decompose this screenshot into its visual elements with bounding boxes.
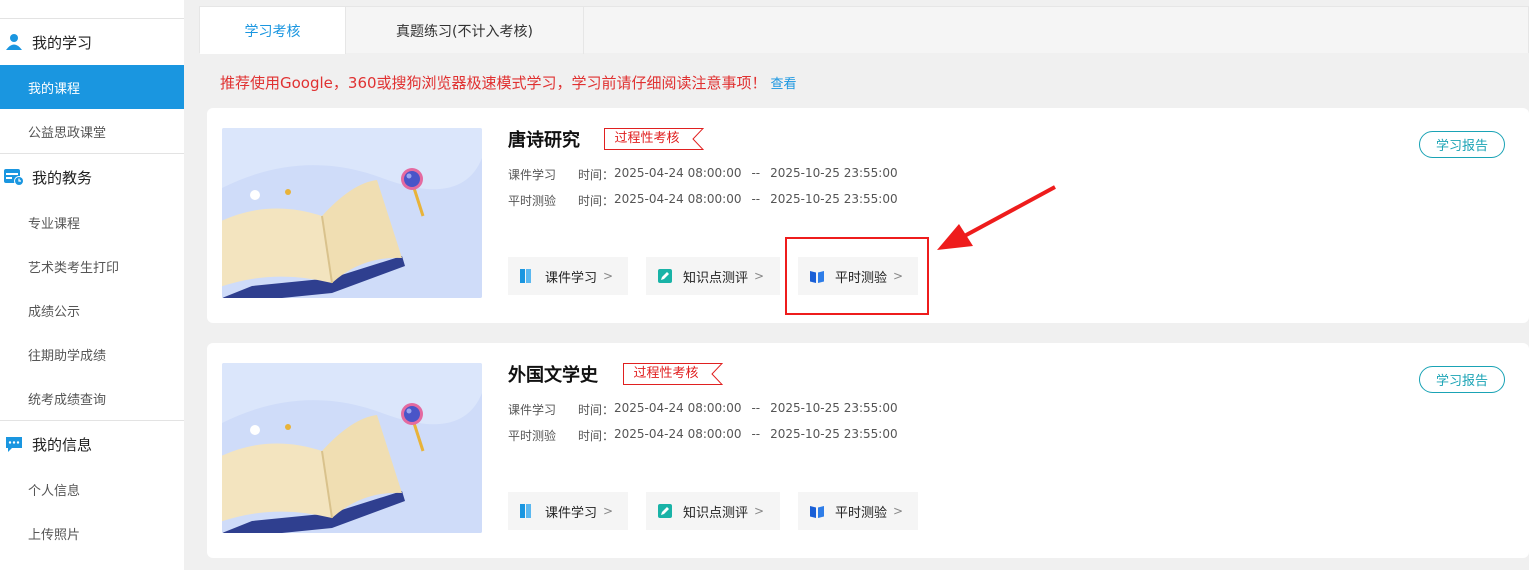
sidebar-group-label: 我的学习 [32, 33, 93, 52]
sidebar-item-major-courses[interactable]: 专业课程 [0, 200, 184, 244]
time-row-label: 平时测验 [508, 194, 557, 208]
browser-notice: 推荐使用Google，360或搜狗浏览器极速模式学习，学习前请仔细阅读注意事项！… [220, 72, 797, 93]
knowledge-assessment-button[interactable]: 知识点测评 > [646, 257, 780, 295]
course-title: 外国文学史 [508, 365, 598, 386]
chevron-right-icon: > [754, 269, 765, 283]
sidebar-group-label: 我的教务 [32, 168, 93, 187]
time-start: 2025-04-24 08:00:00 [614, 166, 742, 180]
tag-label: 过程性考核 [614, 131, 680, 146]
sidebar-item-art-print[interactable]: 艺术类考生打印 [0, 244, 184, 288]
time-row: 课件学习 时间： 2025-04-24 08:00:00 -- 2025-10-… [508, 401, 898, 418]
open-book-icon [810, 504, 824, 518]
chevron-right-icon: > [893, 504, 904, 518]
time-row-label: 课件学习 [508, 403, 557, 417]
action-label: 平时测验 [835, 505, 888, 521]
annotation-arrow-icon [937, 185, 1056, 250]
course-thumbnail [222, 363, 482, 533]
time-row-label: 课件学习 [508, 168, 557, 182]
time-end: 2025-10-25 23:55:00 [770, 166, 898, 180]
course-thumbnail [222, 128, 482, 298]
time-row: 课件学习 时间： 2025-04-24 08:00:00 -- 2025-10-… [508, 166, 898, 183]
time-prefix: 时间： [578, 194, 615, 208]
time-prefix: 时间： [578, 403, 615, 417]
tab-study-assessment[interactable]: 学习考核 [200, 7, 346, 54]
tag-label: 过程性考核 [633, 366, 699, 381]
action-label: 课件学习 [545, 505, 598, 521]
book-icon [520, 269, 534, 283]
course-card: 外国文学史 过程性考核 课件学习 时间： 2025-04-24 08:00:00… [207, 343, 1529, 558]
sidebar-group-my-study[interactable]: 我的学习 [0, 19, 184, 65]
time-prefix: 时间： [578, 168, 615, 182]
time-separator: -- [751, 192, 761, 206]
tab-past-exam-practice[interactable]: 真题练习(不计入考核) [346, 7, 584, 54]
sidebar-group-my-info[interactable]: 我的信息 [0, 421, 184, 467]
highlight-box [785, 237, 929, 315]
book-icon [520, 504, 534, 518]
sidebar-item-public-class[interactable]: 公益思政课堂 [0, 109, 184, 153]
action-label: 知识点测评 [683, 270, 749, 286]
process-assessment-tag: 过程性考核 [604, 128, 704, 150]
courseware-study-button[interactable]: 课件学习 > [508, 492, 628, 530]
calendar-clock-icon [4, 167, 24, 187]
knowledge-assessment-button[interactable]: 知识点测评 > [646, 492, 780, 530]
time-row: 平时测验 时间： 2025-04-24 08:00:00 -- 2025-10-… [508, 192, 898, 209]
time-prefix: 时间： [578, 429, 615, 443]
edit-icon [658, 504, 672, 518]
chevron-right-icon: > [754, 504, 765, 518]
study-report-button[interactable]: 学习报告 [1419, 131, 1505, 158]
time-row: 平时测验 时间： 2025-04-24 08:00:00 -- 2025-10-… [508, 427, 898, 444]
sidebar-item-upload-photo[interactable]: 上传照片 [0, 511, 184, 555]
action-label: 知识点测评 [683, 505, 749, 521]
sidebar-item-personal-info[interactable]: 个人信息 [0, 467, 184, 511]
courseware-study-button[interactable]: 课件学习 > [508, 257, 628, 295]
time-separator: -- [751, 401, 761, 415]
process-assessment-tag: 过程性考核 [623, 363, 723, 385]
edit-icon [658, 269, 672, 283]
sidebar-item-exam-scores[interactable]: 统考成绩查询 [0, 376, 184, 420]
sidebar-group-academic[interactable]: 我的教务 [0, 154, 184, 200]
sidebar-item-score-publicity[interactable]: 成绩公示 [0, 288, 184, 332]
regular-quiz-button[interactable]: 平时测验 > [798, 492, 918, 530]
notice-text: 推荐使用Google，360或搜狗浏览器极速模式学习，学习前请仔细阅读注意事项！ [220, 74, 767, 92]
sidebar-item-my-courses[interactable]: 我的课程 [0, 65, 184, 109]
notice-view-link[interactable]: 查看 [771, 77, 797, 92]
sidebar: 我的学习 我的课程 公益思政课堂 我的教务 专业课程 艺术类考生打印 成绩公示 … [0, 0, 184, 570]
time-end: 2025-10-25 23:55:00 [770, 427, 898, 441]
user-icon [4, 32, 24, 52]
time-separator: -- [751, 427, 761, 441]
sidebar-item-past-scores[interactable]: 往期助学成绩 [0, 332, 184, 376]
chat-icon [4, 434, 24, 454]
time-start: 2025-04-24 08:00:00 [614, 192, 742, 206]
time-start: 2025-04-24 08:00:00 [614, 427, 742, 441]
time-start: 2025-04-24 08:00:00 [614, 401, 742, 415]
sidebar-group-label: 我的信息 [32, 435, 93, 454]
action-label: 课件学习 [545, 270, 598, 286]
course-title: 唐诗研究 [508, 130, 580, 151]
study-report-button[interactable]: 学习报告 [1419, 366, 1505, 393]
chevron-right-icon: > [603, 269, 614, 283]
time-separator: -- [751, 166, 761, 180]
time-end: 2025-10-25 23:55:00 [770, 401, 898, 415]
sidebar-top-divider [0, 0, 184, 19]
time-row-label: 平时测验 [508, 429, 557, 443]
tab-bar: 学习考核 真题练习(不计入考核) [199, 6, 1529, 54]
time-end: 2025-10-25 23:55:00 [770, 192, 898, 206]
chevron-right-icon: > [603, 504, 614, 518]
